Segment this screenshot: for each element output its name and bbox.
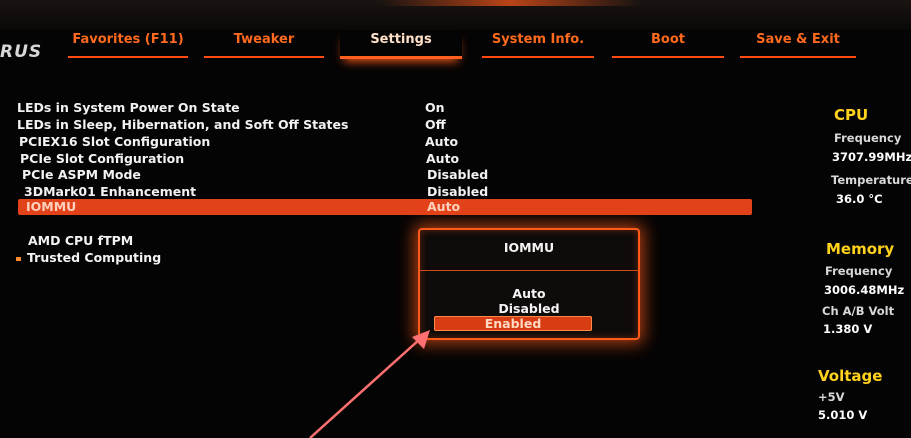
setting-value: On xyxy=(425,100,445,115)
tab-favorites-label: Favorites (F11) xyxy=(72,32,184,47)
tab-system-info-label: System Info. xyxy=(491,32,585,47)
header-glow xyxy=(380,0,640,6)
setting-label: PCIe ASPM Mode xyxy=(22,167,141,182)
voltage-5v-value: 5.010 V xyxy=(818,408,868,422)
tab-system-info[interactable]: System Info. xyxy=(482,30,594,58)
memory-frequency-label: Frequency xyxy=(825,264,893,278)
setting-label: Trusted Computing xyxy=(27,250,162,265)
top-navigation: Favorites (F11) Tweaker Settings System … xyxy=(60,30,911,60)
brand-logo: RUS xyxy=(0,42,42,62)
tab-save-exit-label: Save & Exit xyxy=(756,32,840,47)
tab-tweaker[interactable]: Tweaker xyxy=(204,30,324,58)
memory-volt-value: 1.380 V xyxy=(823,322,873,336)
brand-text: RUS xyxy=(0,42,43,62)
tab-boot[interactable]: Boot xyxy=(612,30,724,58)
setting-label: LEDs in Sleep, Hibernation, and Soft Off… xyxy=(17,117,349,132)
tab-settings[interactable]: Settings xyxy=(340,30,462,59)
tab-save-exit[interactable]: Save & Exit xyxy=(740,30,856,58)
setting-row-iommu[interactable]: IOMMU Auto xyxy=(18,199,752,215)
tab-favorites[interactable]: Favorites (F11) xyxy=(68,30,188,58)
cpu-heading: CPU xyxy=(834,106,869,124)
submenu-bullet-icon xyxy=(16,256,21,261)
popup-title: IOMMU xyxy=(503,240,555,255)
setting-label: 3DMark01 Enhancement xyxy=(24,184,197,199)
setting-value: Disabled xyxy=(427,167,489,182)
tab-boot-label: Boot xyxy=(651,32,685,47)
cpu-temperature-value: 36.0 °C xyxy=(836,192,883,206)
setting-value: Auto xyxy=(426,151,460,166)
setting-label: LEDs in System Power On State xyxy=(17,100,240,115)
popup-option-disabled[interactable]: Disabled xyxy=(420,301,638,316)
memory-frequency-value: 3006.48MHz xyxy=(824,283,905,297)
arrow-shaft xyxy=(309,338,421,438)
setting-label: PCIEX16 Slot Configuration xyxy=(19,134,211,149)
popup-option-auto[interactable]: Auto xyxy=(420,286,638,301)
cpu-frequency-value: 3707.99MHz xyxy=(832,150,911,164)
setting-value: Auto xyxy=(425,134,459,149)
header-decoration xyxy=(0,0,911,30)
iommu-option-popup: IOMMU Auto Disabled Enabled xyxy=(418,228,640,340)
tab-tweaker-label: Tweaker xyxy=(233,32,295,47)
tab-settings-label: Settings xyxy=(370,32,432,47)
cpu-temperature-label: Temperature xyxy=(831,173,911,187)
setting-value: Disabled xyxy=(427,184,489,199)
setting-value: Auto xyxy=(427,199,461,214)
cpu-frequency-label: Frequency xyxy=(834,131,902,145)
submenu-trusted-computing[interactable]: Trusted Computing xyxy=(16,250,161,266)
voltage-heading: Voltage xyxy=(818,367,883,385)
setting-value: Off xyxy=(425,117,446,132)
setting-label: AMD CPU fTPM xyxy=(28,233,134,248)
voltage-5v-label: +5V xyxy=(818,390,845,404)
setting-label: PCIe Slot Configuration xyxy=(20,151,185,166)
annotation-arrow-icon xyxy=(309,330,430,438)
popup-option-enabled[interactable]: Enabled xyxy=(434,316,592,331)
memory-heading: Memory xyxy=(826,240,895,258)
memory-volt-label: Ch A/B Volt xyxy=(822,304,895,318)
setting-label: IOMMU xyxy=(26,199,77,214)
popup-divider xyxy=(420,270,638,271)
arrow-head xyxy=(412,330,430,349)
